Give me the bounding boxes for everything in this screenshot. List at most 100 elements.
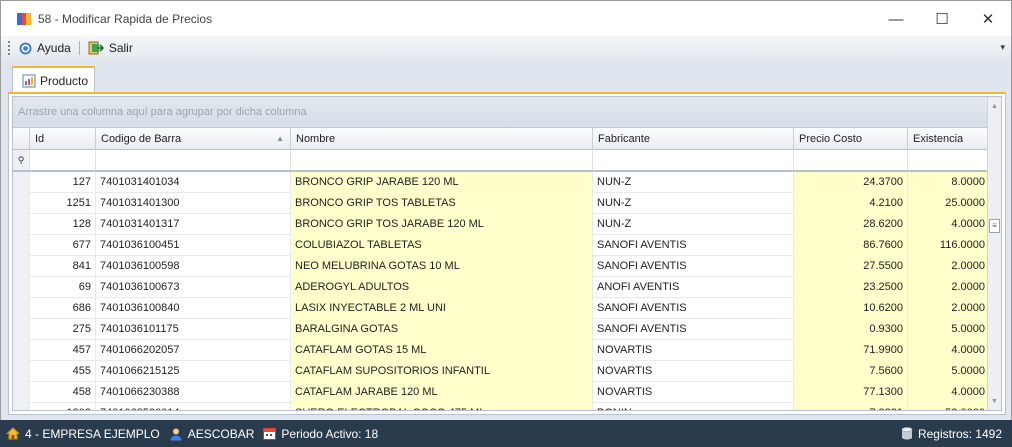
header-stock[interactable]: Existencia	[907, 128, 989, 150]
cell-id[interactable]: 1303	[29, 403, 95, 410]
scroll-up-icon[interactable]: ▲	[988, 99, 1001, 113]
cell-barcode[interactable]: 7401068580014	[95, 403, 290, 410]
cell-manufacturer[interactable]: NUN-Z	[592, 193, 793, 214]
header-manufacturer[interactable]: Fabricante	[592, 128, 793, 150]
cell-manufacturer[interactable]: SANOFI AVENTIS	[592, 235, 793, 256]
cell-barcode[interactable]: 7401031401317	[95, 214, 290, 235]
cell-manufacturer[interactable]: BONIN	[592, 403, 793, 410]
cell-stock[interactable]: 4.0000	[907, 340, 989, 361]
cell-barcode[interactable]: 7401066215125	[95, 361, 290, 382]
cell-cost[interactable]: 10.6200	[793, 298, 907, 319]
cell-barcode[interactable]: 7401036100598	[95, 256, 290, 277]
cell-stock[interactable]: 5.0000	[907, 361, 989, 382]
cell-manufacturer[interactable]: SANOFI AVENTIS	[592, 256, 793, 277]
filter-cost-input[interactable]	[793, 150, 907, 170]
exit-button[interactable]: Salir	[84, 38, 137, 58]
cell-cost[interactable]: 4.2100	[793, 193, 907, 214]
cell-barcode[interactable]: 7401036100840	[95, 298, 290, 319]
cell-id[interactable]: 457	[29, 340, 95, 361]
cell-cost[interactable]: 71.9900	[793, 340, 907, 361]
row-indicator[interactable]	[13, 382, 29, 403]
cell-manufacturer[interactable]: SANOFI AVENTIS	[592, 319, 793, 340]
row-indicator[interactable]	[13, 403, 29, 410]
cell-name[interactable]: BRONCO GRIP JARABE 120 ML	[290, 172, 592, 193]
cell-name[interactable]: LASIX INYECTABLE 2 ML UNI	[290, 298, 592, 319]
cell-stock[interactable]: 8.0000	[907, 172, 989, 193]
header-name[interactable]: Nombre	[290, 128, 592, 150]
tab-producto[interactable]: Producto	[12, 66, 95, 93]
cell-name[interactable]: CATAFLAM JARABE 120 ML	[290, 382, 592, 403]
cell-name[interactable]: BARALGINA GOTAS	[290, 319, 592, 340]
cell-stock[interactable]: 2.0000	[907, 277, 989, 298]
row-indicator[interactable]	[13, 340, 29, 361]
cell-manufacturer[interactable]: ANOFI AVENTIS	[592, 277, 793, 298]
cell-barcode[interactable]: 7401066202057	[95, 340, 290, 361]
cell-id[interactable]: 677	[29, 235, 95, 256]
row-indicator[interactable]	[13, 319, 29, 340]
cell-manufacturer[interactable]: NUN-Z	[592, 214, 793, 235]
table-row[interactable]: 1251 7401031401300 BRONCO GRIP TOS TABLETA…	[13, 193, 989, 214]
table-row[interactable]: 69 7401036100673 ADEROGYL ADULTOS ANOFI AVE…	[13, 277, 989, 298]
cell-barcode[interactable]: 7401036100451	[95, 235, 290, 256]
cell-name[interactable]: COLUBIAZOL TABLETAS	[290, 235, 592, 256]
row-indicator[interactable]	[13, 235, 29, 256]
row-indicator[interactable]	[13, 277, 29, 298]
cell-manufacturer[interactable]: NUN-Z	[592, 172, 793, 193]
cell-stock[interactable]: 25.0000	[907, 193, 989, 214]
cell-barcode[interactable]: 7401066230388	[95, 382, 290, 403]
cell-cost[interactable]: 7.5600	[793, 361, 907, 382]
group-by-panel[interactable]: Arrastre una columna aquí para agrupar p…	[13, 97, 989, 128]
table-row[interactable]: 455 7401066215125 CATAFLAM SUPOSITORIOS IN…	[13, 361, 989, 382]
toolbar-overflow-button[interactable]: ▾	[1000, 42, 1005, 53]
table-row[interactable]: 686 7401036100840 LASIX INYECTABLE 2 ML UN…	[13, 298, 989, 319]
cell-stock[interactable]: 5.0000	[907, 319, 989, 340]
cell-stock[interactable]: 2.0000	[907, 256, 989, 277]
cell-cost[interactable]: 23.2500	[793, 277, 907, 298]
cell-stock[interactable]: 4.0000	[907, 382, 989, 403]
cell-name[interactable]: CATAFLAM GOTAS 15 ML	[290, 340, 592, 361]
table-row[interactable]: 841 7401036100598 NEO MELUBRINA GOTAS 10 M…	[13, 256, 989, 277]
cell-manufacturer[interactable]: SANOFI AVENTIS	[592, 298, 793, 319]
cell-stock[interactable]: 53.0000	[907, 403, 989, 410]
filter-barcode-input[interactable]	[95, 150, 290, 170]
cell-id[interactable]: 127	[29, 172, 95, 193]
row-indicator[interactable]	[13, 298, 29, 319]
cell-manufacturer[interactable]: NOVARTIS	[592, 340, 793, 361]
cell-stock[interactable]: 4.0000	[907, 214, 989, 235]
cell-cost[interactable]: 86.7600	[793, 235, 907, 256]
cell-cost[interactable]: 28.6200	[793, 214, 907, 235]
cell-barcode[interactable]: 7401031401300	[95, 193, 290, 214]
cell-id[interactable]: 686	[29, 298, 95, 319]
cell-barcode[interactable]: 7401031401034	[95, 172, 290, 193]
cell-id[interactable]: 69	[29, 277, 95, 298]
cell-id[interactable]: 841	[29, 256, 95, 277]
header-id[interactable]: Id	[29, 128, 95, 150]
scroll-down-icon[interactable]: ▼	[988, 394, 1001, 408]
row-indicator[interactable]	[13, 193, 29, 214]
header-cost[interactable]: Precio Costo	[793, 128, 907, 150]
cell-barcode[interactable]: 7401036100673	[95, 277, 290, 298]
filter-name-input[interactable]	[290, 150, 592, 170]
cell-id[interactable]: 455	[29, 361, 95, 382]
table-row[interactable]: 127 7401031401034 BRONCO GRIP JARABE 120 M…	[13, 172, 989, 193]
cell-name[interactable]: NEO MELUBRINA GOTAS 10 ML	[290, 256, 592, 277]
close-button[interactable]: ✕	[965, 1, 1011, 37]
table-row[interactable]: 458 7401066230388 CATAFLAM JARABE 120 ML NO…	[13, 382, 989, 403]
cell-cost[interactable]: 24.3700	[793, 172, 907, 193]
cell-cost[interactable]: 7.8881	[793, 403, 907, 410]
cell-stock[interactable]: 2.0000	[907, 298, 989, 319]
filter-stock-input[interactable]	[907, 150, 989, 170]
cell-cost[interactable]: 0.9300	[793, 319, 907, 340]
scroll-thumb[interactable]: ≡	[989, 219, 1000, 233]
table-row[interactable]: 13037401068580014SUERO ELECTROBAL COCO 4…	[13, 403, 989, 410]
row-indicator[interactable]	[13, 256, 29, 277]
cell-id[interactable]: 275	[29, 319, 95, 340]
vertical-scrollbar[interactable]: ▲ ≡ ▼	[987, 97, 1001, 410]
row-indicator[interactable]	[13, 361, 29, 382]
table-row[interactable]: 275 7401036101175 BARALGINA GOTAS SANOFI AV…	[13, 319, 989, 340]
cell-name[interactable]: SUERO ELECTROBAL COCO 475 ML	[290, 403, 592, 410]
cell-name[interactable]: CATAFLAM SUPOSITORIOS INFANTIL	[290, 361, 592, 382]
cell-cost[interactable]: 77.1300	[793, 382, 907, 403]
row-indicator[interactable]	[13, 172, 29, 193]
table-row[interactable]: 128 7401031401317 BRONCO GRIP TOS JARABE 1…	[13, 214, 989, 235]
